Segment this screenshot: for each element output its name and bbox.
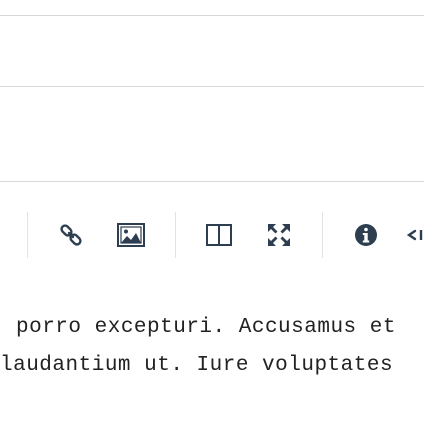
side-by-side-icon [204, 222, 234, 248]
link-icon [58, 222, 84, 248]
side-by-side-button[interactable] [200, 216, 238, 254]
link-button[interactable] [52, 216, 90, 254]
info-icon [353, 222, 379, 248]
toolbar-separator [27, 212, 28, 258]
toolbar-separator [175, 212, 176, 258]
fullscreen-icon [265, 221, 293, 249]
editor-line: laudantium ut. Iure voluptates [0, 354, 394, 377]
image-button[interactable] [112, 216, 150, 254]
editor-line: porro excepturi. Accusamus et [16, 316, 396, 339]
editor-content[interactable]: porro excepturi. Accusamus et laudantium… [0, 310, 424, 410]
third-field[interactable] [0, 87, 424, 182]
partially-visible-icon [405, 222, 424, 248]
toolbar-button-partial[interactable] [405, 216, 424, 254]
toolbar-separator [322, 212, 323, 258]
fullscreen-button[interactable] [260, 216, 298, 254]
editor-toolbar [0, 212, 424, 258]
top-field[interactable] [0, 0, 424, 16]
guide-button[interactable] [347, 216, 385, 254]
second-field[interactable] [0, 16, 424, 87]
image-icon [116, 222, 146, 248]
